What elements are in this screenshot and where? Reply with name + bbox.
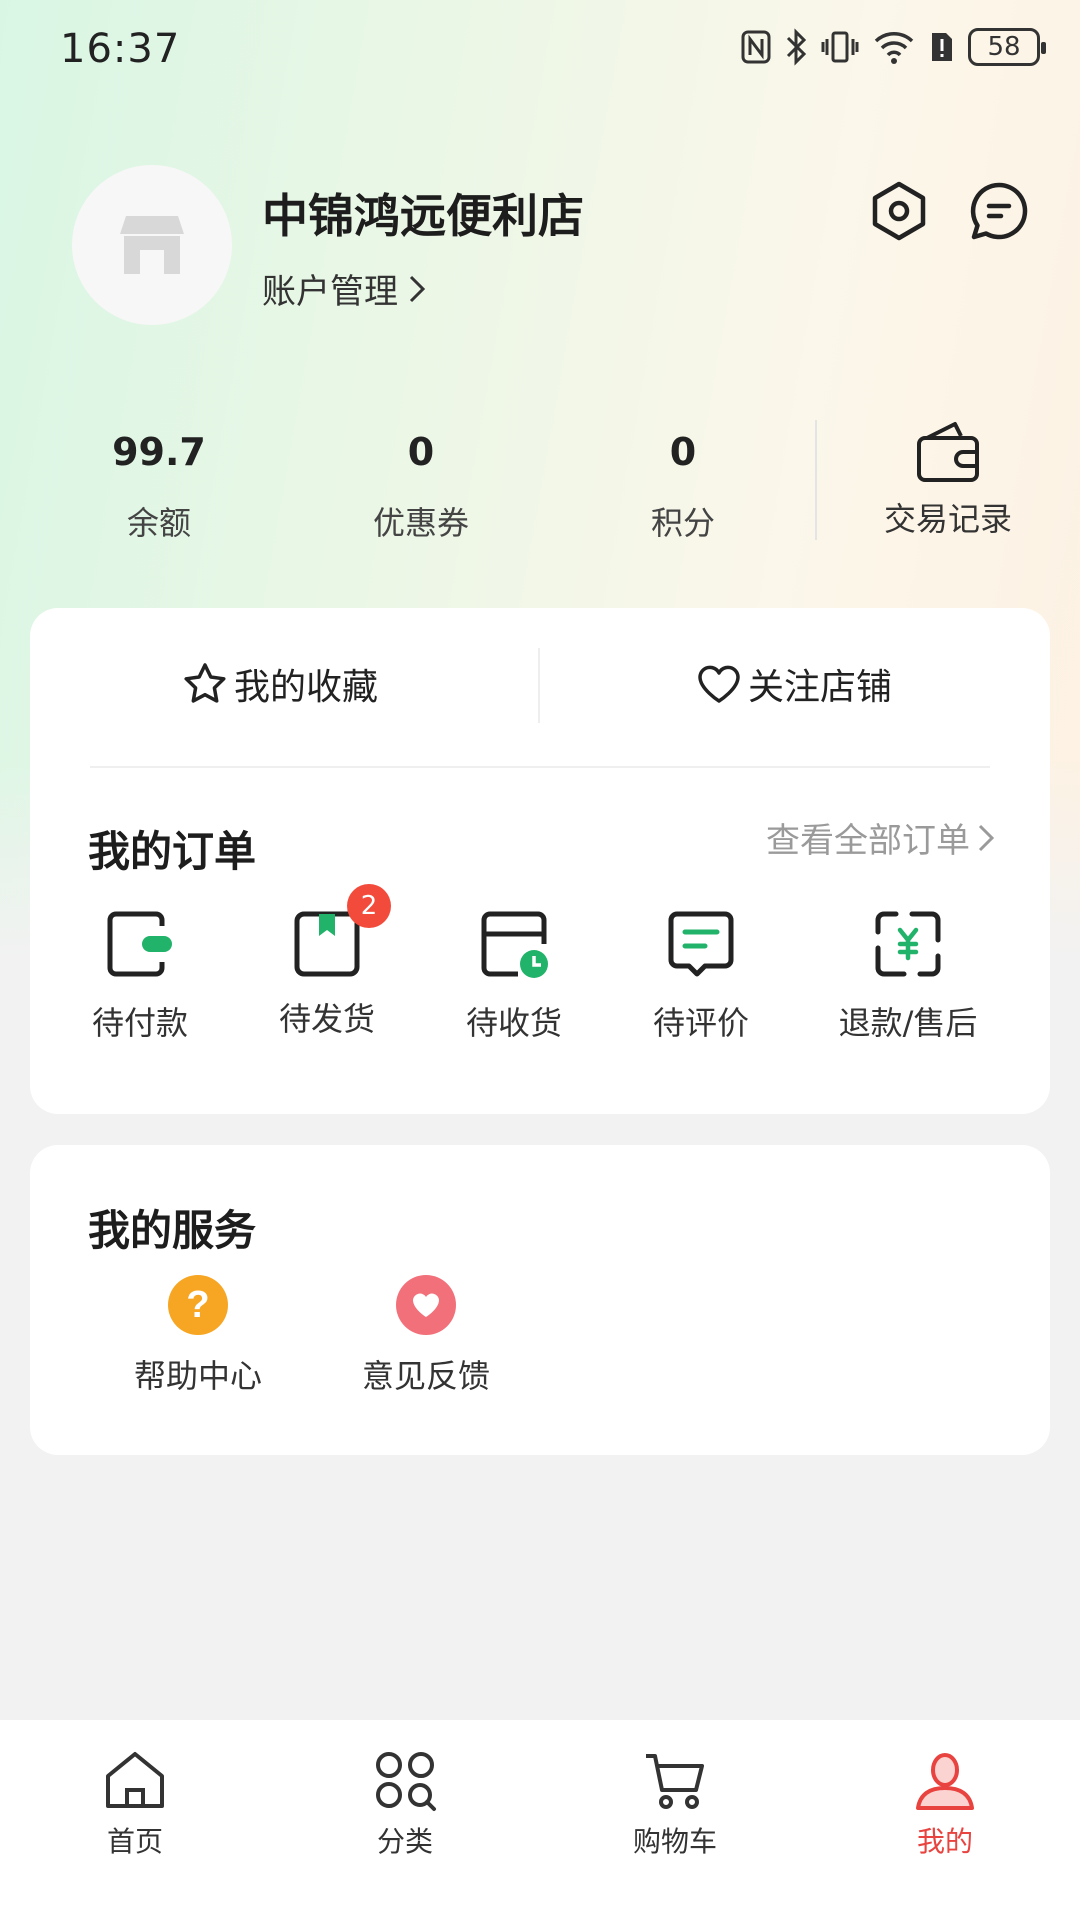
quick-links-divider [538,648,540,723]
heart-icon [413,1293,439,1317]
account-manage-link[interactable]: 账户管理 [262,264,426,313]
coupon-label: 优惠券 [372,504,469,542]
feedback-label: 意见反馈 [361,1357,490,1395]
balance-stat[interactable]: 99.7 余额 [59,430,259,544]
order-pending-shipment-label: 待发货 [278,1000,375,1038]
profile-icon [916,1753,974,1810]
chevron-right-icon [978,824,994,851]
status-icons: 58 [740,28,1046,66]
services-title: 我的服务 [88,1206,257,1255]
pending-shipment-badge: 2 [347,884,391,928]
transaction-records-button[interactable]: 交易记录 [868,420,1028,540]
order-pending-payment-label: 待付款 [91,1004,188,1042]
bluetooth-icon [786,28,807,66]
package-icon-wrap: 2 [291,884,391,980]
quick-links: 我的收藏 关注店铺 [30,608,1050,763]
tab-home[interactable]: 首页 [55,1750,215,1860]
orders-title: 我的订单 [88,827,257,876]
status-time: 16:37 [60,26,181,72]
tab-profile[interactable]: 我的 [865,1750,1025,1860]
tab-home-label: 首页 [106,1825,163,1858]
tab-category[interactable]: 分类 [325,1750,485,1860]
heart-icon [698,665,740,703]
balance-value: 99.7 [112,430,206,474]
tab-cart-label: 购物车 [632,1825,717,1858]
battery-level: 58 [987,32,1021,62]
help-center-label: 帮助中心 [133,1357,262,1395]
store-icon [120,216,184,274]
home-icon [106,1752,164,1808]
review-icon [668,911,734,977]
wifi-icon [874,32,914,64]
section-divider [90,766,990,768]
points-stat[interactable]: 0 积分 [583,430,783,544]
order-pending-review[interactable]: 待评价 [626,908,776,1044]
delivery-clock-icon [481,911,548,978]
order-refund-aftersales[interactable]: 退款/售后 [813,908,1003,1044]
order-pending-payment[interactable]: 待付款 [65,908,215,1044]
tab-profile-label: 我的 [916,1825,973,1858]
order-pending-shipment[interactable]: 2 待发货 [252,884,402,1040]
coupon-stat[interactable]: 0 优惠券 [321,430,521,544]
settings-icon[interactable] [868,180,930,242]
points-value: 0 [669,430,697,474]
view-all-orders-link[interactable]: 查看全部订单 [766,813,994,862]
favorites-label: 我的收藏 [234,667,379,708]
stats-divider [815,420,817,540]
category-icon [376,1752,436,1811]
favorites-button[interactable]: 我的收藏 [182,658,378,710]
coupon-value: 0 [407,430,435,474]
message-icon[interactable] [968,180,1030,242]
tab-cart[interactable]: 购物车 [595,1750,755,1860]
battery-indicator: 58 [968,28,1046,66]
wallet-icon [107,911,172,977]
feedback-icon [396,1275,456,1335]
help-center-button[interactable]: ? 帮助中心 [108,1275,288,1397]
store-avatar[interactable] [72,165,232,325]
store-name: 中锦鸿远便利店 [262,189,584,243]
refund-icon [875,911,941,977]
nfc-icon [741,30,771,64]
chevron-right-icon [409,275,426,302]
follow-stores-label: 关注店铺 [748,667,893,708]
sim-alert-icon [932,33,952,61]
services-card: 我的服务 ? 帮助中心 意见反馈 [30,1145,1050,1455]
vibrate-icon [821,31,859,63]
follow-stores-button[interactable]: 关注店铺 [696,658,892,710]
order-pending-receipt[interactable]: 待收货 [439,908,589,1044]
balance-label: 余额 [126,504,191,542]
order-refund-aftersales-label: 退款/售后 [838,1004,978,1042]
account-manage-label: 账户管理 [262,272,398,312]
help-icon: ? [168,1275,228,1335]
order-pending-receipt-label: 待收货 [465,1004,562,1042]
status-bar: 16:37 58 [0,0,1080,100]
star-icon [184,663,226,703]
cart-icon [646,1754,704,1809]
tab-category-label: 分类 [376,1825,433,1858]
order-pending-review-label: 待评价 [652,1004,749,1042]
orders-card: 我的收藏 关注店铺 我的订单 查看全部订单 待付款 2 待发货 待收货 待评价 … [30,608,1050,1114]
wallet-outline-icon [917,422,979,482]
feedback-button[interactable]: 意见反馈 [336,1275,516,1397]
points-label: 积分 [650,504,715,542]
bottom-tab-bar: 首页 分类 购物车 我的 [0,1720,1080,1920]
view-all-orders-label: 查看全部订单 [766,821,970,861]
transaction-records-label: 交易记录 [883,500,1012,538]
